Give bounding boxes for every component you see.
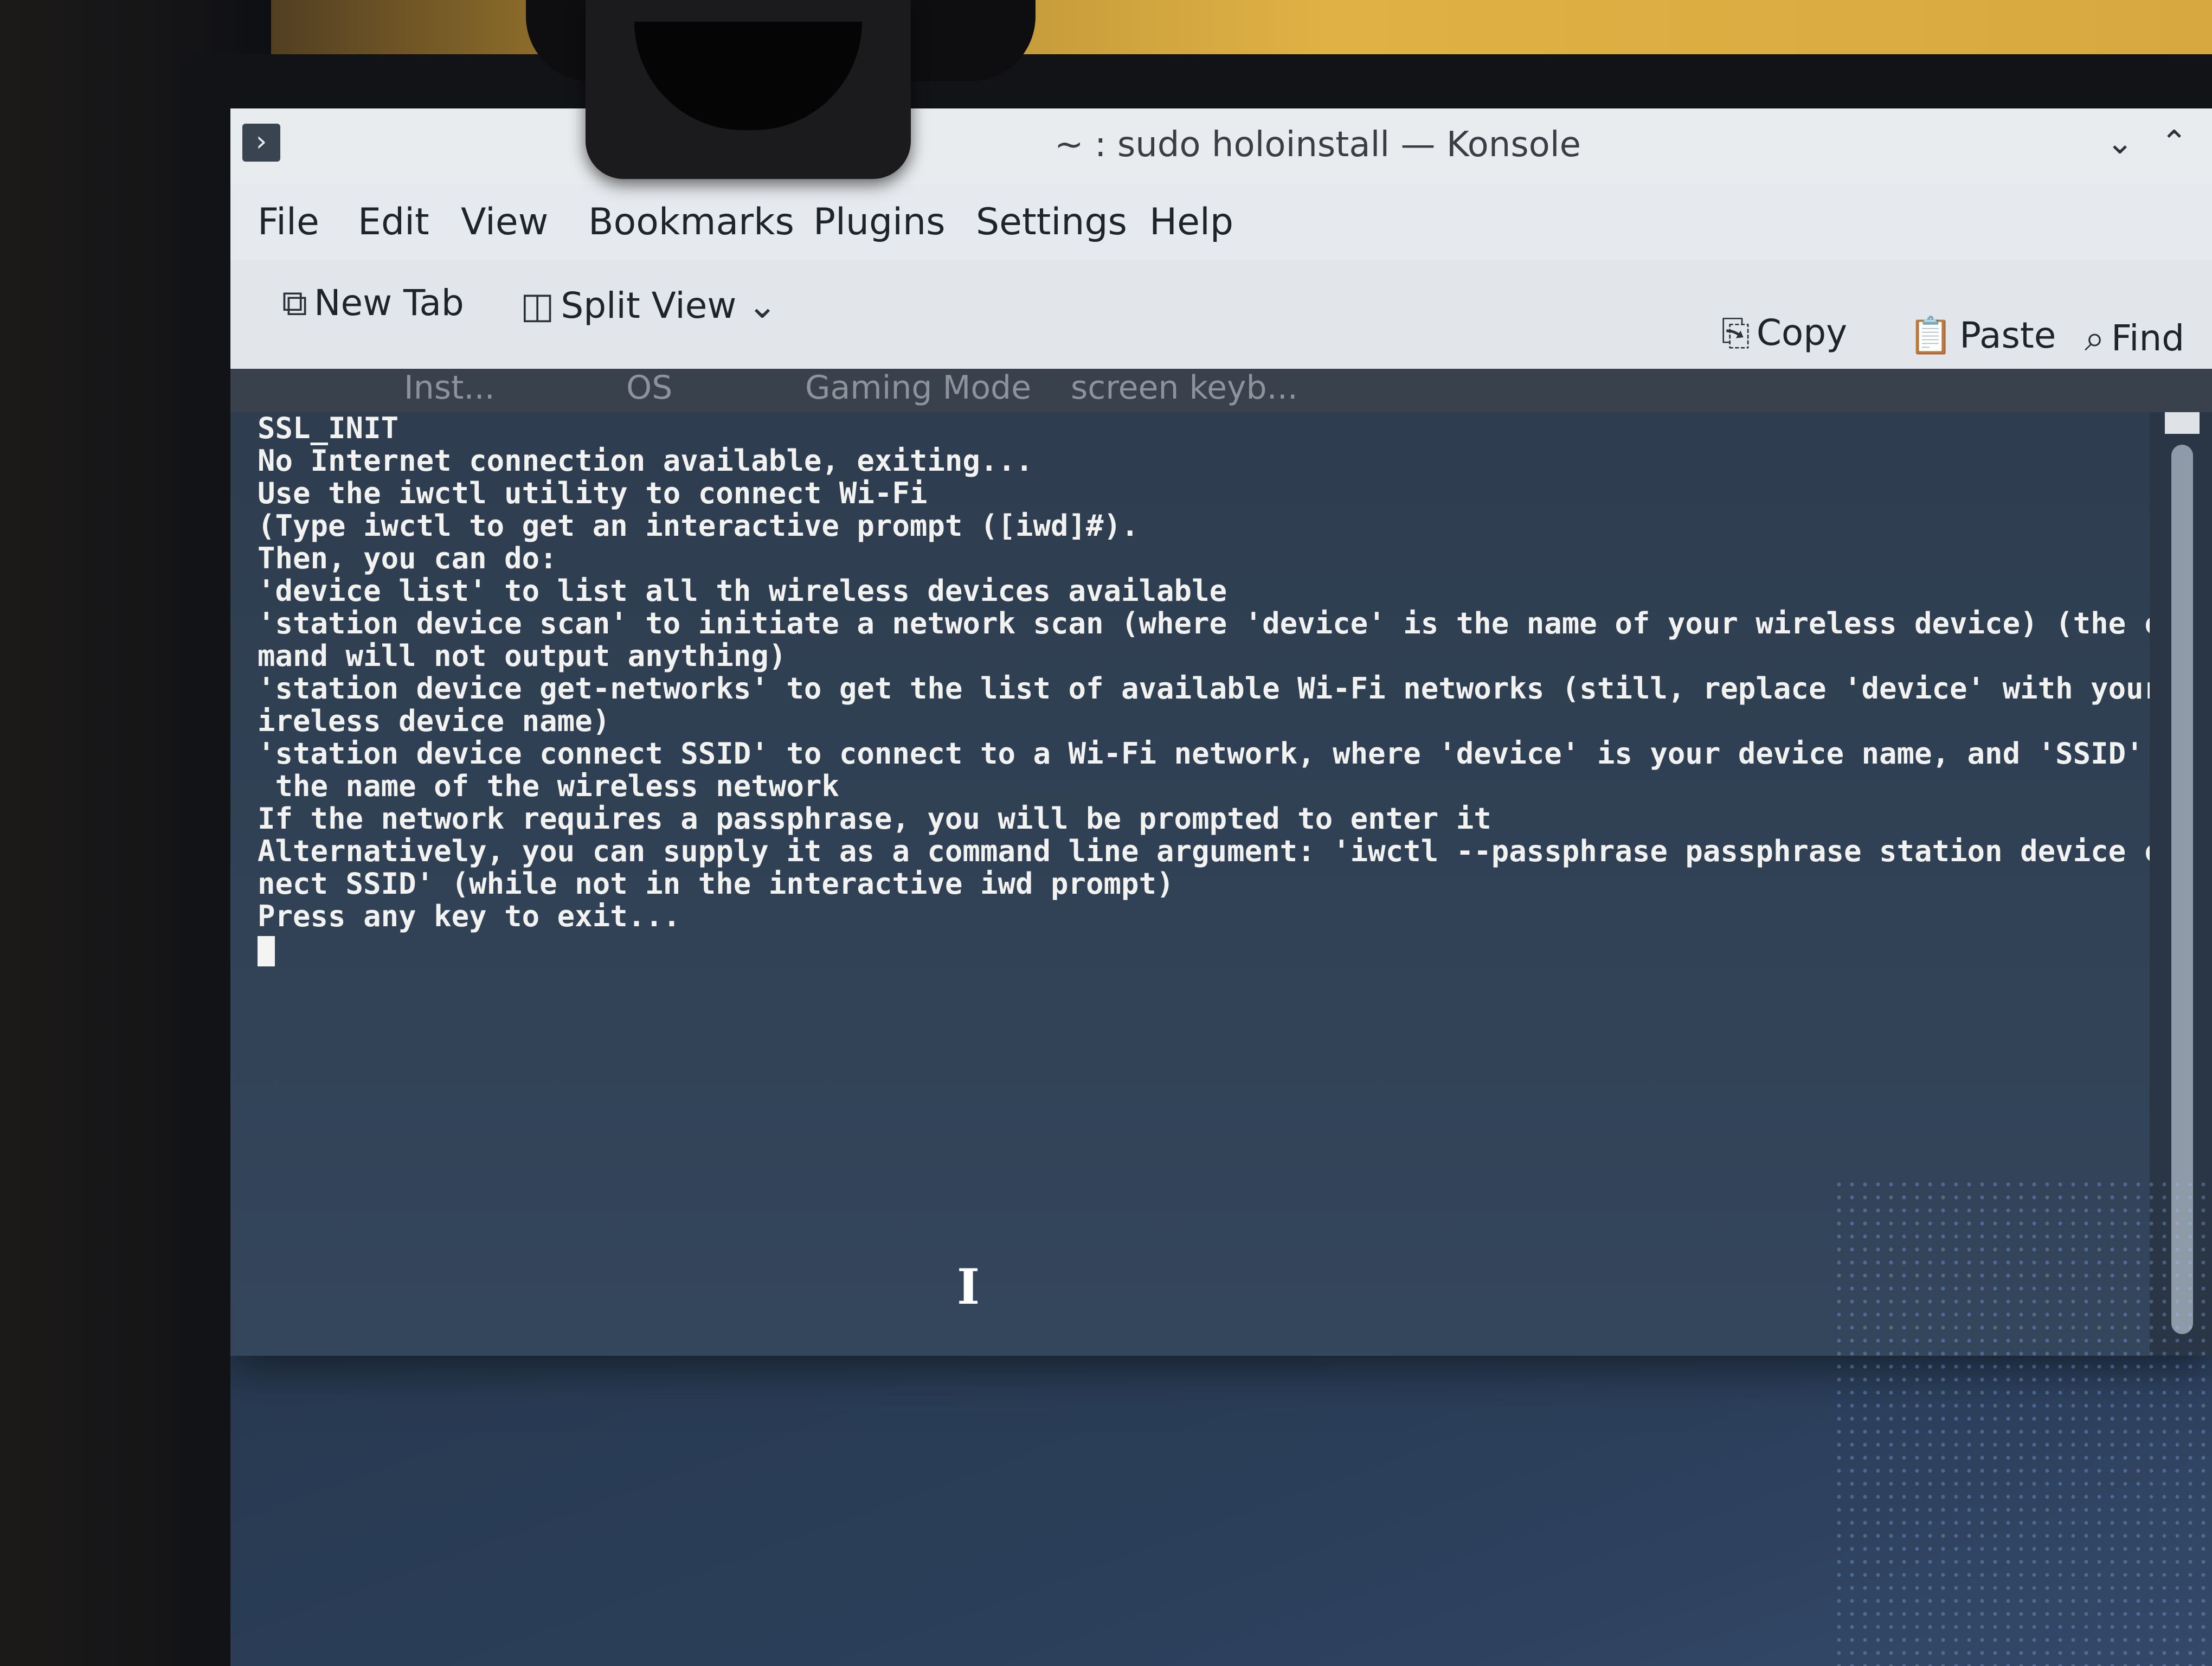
tab-gaming-mode[interactable]: Gaming Mode — [805, 369, 1031, 407]
terminal-line: 'station device get-networks' to get the… — [258, 671, 2197, 706]
terminal-line: ireless device name) — [258, 704, 610, 738]
terminal-text: SSL_INIT No Internet connection available… — [258, 412, 2196, 973]
split-view-button[interactable]: ◫ Split View ⌄ — [520, 285, 784, 326]
webcam — [586, 0, 911, 179]
find-label: Find — [2111, 317, 2185, 359]
new-tab-icon: ⧉ — [282, 282, 308, 324]
paste-label: Paste — [1959, 315, 2056, 356]
search-icon: ⌕ — [2085, 317, 2105, 359]
chevron-up-icon[interactable]: ⌃ — [2160, 124, 2188, 162]
menu-settings[interactable]: Settings — [976, 201, 1127, 244]
chevron-down-icon[interactable]: ⌄ — [2106, 124, 2133, 162]
paste-button[interactable]: 📋 Paste — [1908, 315, 2056, 357]
terminal-prompt-icon[interactable]: › — [242, 124, 280, 162]
menu-view[interactable]: View — [461, 201, 548, 244]
find-button[interactable]: ⌕ Find — [2085, 317, 2184, 360]
menu-help[interactable]: Help — [1149, 201, 1233, 244]
menu-bar: File Edit View Bookmarks Plugins Setting… — [230, 184, 2212, 260]
terminal-line: 'device list' to list all th wireless de… — [258, 574, 1227, 608]
copy-label: Copy — [1756, 312, 1848, 354]
menu-plugins[interactable]: Plugins — [813, 201, 946, 244]
split-view-icon: ◫ — [520, 285, 555, 326]
screen: › ~ : sudo holoinstall — Konsole ⌄ ⌃ Fil… — [230, 108, 2212, 1666]
tab-screen-keyboard[interactable]: screen keyb... — [1071, 369, 1298, 407]
terminal-scrollbar[interactable] — [2150, 412, 2212, 1356]
scrollbar-top — [2165, 412, 2200, 434]
terminal-line: Use the iwctl utility to connect Wi-Fi — [258, 476, 928, 510]
title-bar[interactable]: › ~ : sudo holoinstall — Konsole ⌄ ⌃ — [230, 108, 2212, 184]
terminal-line: Then, you can do: — [258, 541, 557, 575]
tab-bar: Inst... OS Gaming Mode screen keyb... — [230, 369, 2212, 412]
new-tab-label: New Tab — [314, 282, 464, 324]
terminal-cursor — [258, 936, 275, 966]
split-view-label: Split View — [561, 285, 737, 326]
new-tab-button[interactable]: ⧉ New Tab — [282, 282, 464, 325]
chevron-down-icon: ⌄ — [747, 285, 777, 326]
menu-edit[interactable]: Edit — [358, 201, 429, 244]
terminal-line: Alternatively, you can supply it as a co… — [258, 834, 2197, 868]
tab-inst[interactable]: Inst... — [404, 369, 495, 407]
webcam-lens — [634, 22, 862, 130]
konsole-window: › ~ : sudo holoinstall — Konsole ⌄ ⌃ Fil… — [230, 108, 2212, 1356]
terminal-line: SSL_INIT — [258, 411, 399, 445]
terminal-line: 'station device connect SSID' to connect… — [258, 736, 2197, 771]
menu-file[interactable]: File — [258, 201, 319, 244]
toolbar: ⧉ New Tab ◫ Split View ⌄ ⎘ Copy 📋 Paste ⌕ Find — [230, 260, 2212, 369]
terminal-line: 'station device scan' to initiate a netw… — [258, 606, 2197, 640]
copy-button[interactable]: ⎘ Copy — [1721, 312, 1847, 355]
terminal-line: the name of the wireless network — [258, 769, 839, 803]
terminal-line: If the network requires a passphrase, yo… — [258, 802, 1491, 836]
menu-bookmarks[interactable]: Bookmarks — [588, 201, 794, 244]
terminal-line: mand will not output anything) — [258, 639, 787, 673]
text-cursor-ibeam-icon: I — [957, 1258, 980, 1316]
copy-icon: ⎘ — [1721, 312, 1750, 354]
terminal-output[interactable]: SSL_INIT No Internet connection available… — [230, 412, 2196, 1356]
scrollbar-thumb[interactable] — [2171, 445, 2193, 1334]
window-title: ~ : sudo holoinstall — Konsole — [1054, 125, 1581, 165]
terminal-line: Press any key to exit... — [258, 899, 681, 933]
terminal-line: (Type iwctl to get an interactive prompt… — [258, 509, 1139, 543]
tab-os[interactable]: OS — [626, 369, 672, 407]
terminal-line: nect SSID' (while not in the interactive… — [258, 867, 1174, 901]
terminal-line: No Internet connection available, exitin… — [258, 444, 1033, 478]
paste-icon: 📋 — [1908, 315, 1953, 356]
